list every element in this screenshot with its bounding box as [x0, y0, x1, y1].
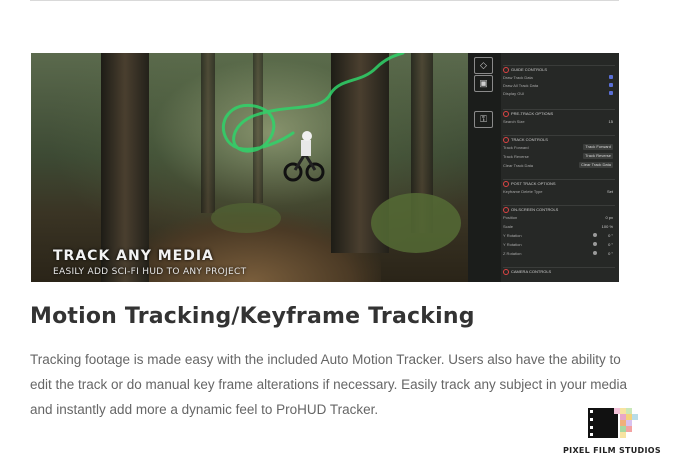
clear-track-data-button: Clear Track Data [578, 162, 613, 168]
reset-icon [503, 181, 509, 187]
overlay-title: Track Any Media [53, 248, 214, 264]
overlay-subtitle: Easily add Sci-Fi HUD to any project [53, 267, 247, 277]
frame-tool-icon: ▣ [474, 75, 493, 92]
panel-row: Draw Track Data [503, 75, 615, 81]
reset-icon [503, 269, 509, 275]
panel-section: PRE-TRACK OPTIONS [503, 109, 615, 117]
video-preview: Track Any Media Easily add Sci-Fi HUD to… [31, 53, 468, 282]
top-divider [30, 0, 619, 1]
shape-tool-icon: ◇ [474, 57, 493, 74]
panel-row: Keyframe Delete Type Set [503, 189, 613, 194]
reset-icon [503, 207, 509, 213]
panel-section: CAMERA CONTROLS [503, 267, 615, 275]
reset-icon [503, 67, 509, 73]
panel-row: Track Reverse Track Reverse [503, 153, 613, 159]
rotation-dial-icon [593, 242, 597, 246]
panel-section: POST TRACK OPTIONS [503, 179, 615, 187]
panel-row: Position 0 px [503, 215, 613, 220]
reset-icon [503, 137, 509, 143]
track-forward-button: Track Forward [583, 144, 613, 150]
panel-section: TRACK CONTROLS [503, 135, 615, 143]
rotation-dial-icon [593, 233, 597, 237]
brand-name: PIXEL FILM STUDIOS [563, 446, 661, 455]
panel-row: Search Size 15 [503, 119, 613, 124]
panel-row: Y Rotation 0 ° [503, 242, 613, 247]
key-tool-icon: ⚿ [474, 111, 493, 128]
checkbox [609, 83, 613, 87]
panel-row: Display GUI [503, 91, 615, 97]
checkbox [609, 91, 613, 95]
track-reverse-button: Track Reverse [583, 153, 613, 159]
panel-section: ON-SCREEN CONTROLS [503, 205, 615, 213]
section-title: Motion Tracking/Keyframe Tracking [30, 304, 475, 329]
panel-row: Y Rotation 0 ° [503, 233, 613, 238]
hero-screenshot: Track Any Media Easily add Sci-Fi HUD to… [31, 53, 619, 282]
section-description: Tracking footage is made easy with the i… [30, 352, 628, 417]
reset-icon [503, 111, 509, 117]
effect-controls-panel: GUIDE CONTROLS Draw Track Data Draw All … [501, 53, 619, 282]
panel-row: Draw All Track Data [503, 83, 615, 89]
tool-strip: ◇ ▣ ⚿ [471, 53, 499, 282]
rotation-dial-icon [593, 251, 597, 255]
panel-row: Clear Track Data Clear Track Data [503, 162, 613, 168]
panel-row: Z Rotation 0 ° [503, 251, 613, 256]
checkbox [609, 75, 613, 79]
pixel-film-studios-logo-icon [588, 404, 638, 442]
panel-section: GUIDE CONTROLS [503, 65, 615, 73]
panel-row: Track Forward Track Forward [503, 144, 613, 150]
panel-row: Scale 100 % [503, 224, 613, 229]
